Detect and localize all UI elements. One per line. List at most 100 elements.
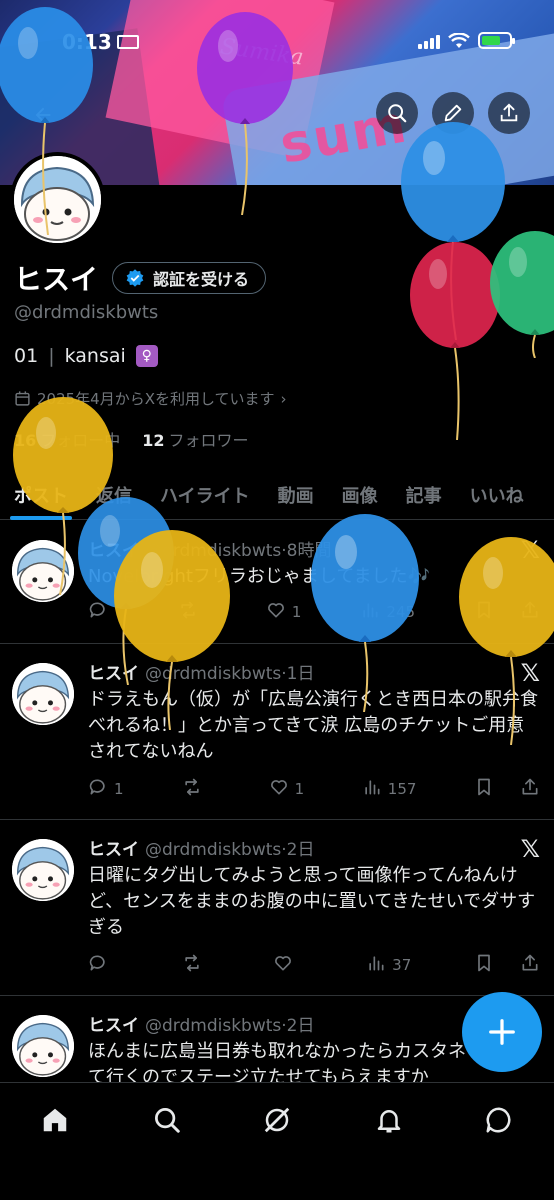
like-icon — [269, 777, 289, 801]
share-icon[interactable] — [520, 953, 540, 977]
back-arrow-icon — [35, 107, 51, 123]
reply-button[interactable]: 1 — [88, 777, 124, 801]
bookmark-icon[interactable] — [474, 777, 494, 801]
share-icon[interactable] — [520, 777, 540, 801]
post-item[interactable]: ヒスイ @drdmdiskbwts·2日 𝕏 日曜にタグ出してみようと思って画像作… — [0, 821, 554, 996]
messages-icon — [486, 1107, 511, 1133]
like-button[interactable]: 1 — [269, 777, 304, 801]
tab-images[interactable]: 画像 — [328, 470, 392, 520]
bottom-navigation — [0, 1082, 554, 1200]
reply-icon — [88, 953, 108, 977]
nav-messages[interactable] — [482, 1103, 516, 1137]
like-icon — [273, 953, 293, 977]
compose-post-button[interactable] — [462, 992, 542, 1072]
avatar-character-image — [12, 839, 74, 901]
like-button[interactable]: 1 — [266, 600, 301, 624]
balloon — [490, 231, 554, 358]
joined-date[interactable]: 2025年4月からXを利用しています › — [14, 388, 287, 409]
views-icon — [362, 777, 382, 801]
reply-button[interactable] — [88, 953, 118, 977]
post-item[interactable]: ヒスイ @drdmdiskbwts·8時間 𝕏 Novelbrightフリラおじゃ… — [0, 522, 554, 644]
post-actions: 1 245 — [88, 600, 540, 624]
x-logo-icon: 𝕏 — [520, 835, 540, 863]
pencil-icon — [444, 104, 462, 122]
repost-button[interactable] — [177, 600, 207, 624]
followers-count: 12 — [142, 431, 165, 450]
post-author-name: ヒスイ — [88, 664, 139, 684]
profile-name: ヒスイ — [14, 263, 99, 296]
followers-label: フォロワー — [168, 431, 249, 450]
post-author-name: ヒスイ — [88, 541, 139, 561]
tab-likes[interactable]: いいね — [456, 470, 538, 520]
tab-posts[interactable]: ポスト — [0, 470, 82, 520]
bell-icon — [377, 1110, 401, 1133]
share-profile-button[interactable] — [488, 92, 530, 134]
bookmark-icon[interactable] — [474, 600, 494, 624]
post-header: ヒスイ @drdmdiskbwts·8時間 — [88, 541, 332, 561]
bookmark-share-group — [474, 953, 540, 977]
post-avatar[interactable] — [12, 839, 74, 901]
reply-icon — [88, 777, 108, 801]
status-bar: 0:13 — [0, 0, 554, 60]
get-verified-label: 認証を受ける — [153, 270, 250, 289]
sleep-mode-icon — [117, 35, 139, 49]
profile-avatar[interactable] — [10, 152, 105, 247]
get-verified-button[interactable]: 認証を受ける — [112, 262, 267, 294]
nav-search[interactable] — [150, 1103, 184, 1137]
bookmark-icon[interactable] — [474, 953, 494, 977]
post-time: 2日 — [286, 1016, 315, 1036]
post-text: 日曜にタグ出してみようと思って画像作ってんねんけど、センスをままのお腹の中に置い… — [88, 865, 536, 938]
views-button[interactable]: 157 — [362, 777, 416, 801]
nav-grok[interactable] — [260, 1103, 294, 1137]
tab-articles[interactable]: 記事 — [392, 470, 456, 520]
like-button[interactable] — [273, 953, 303, 977]
post-avatar[interactable] — [12, 540, 74, 602]
bio-location: kansai — [64, 345, 126, 367]
post-author-handle: @drdmdiskbwts — [145, 1016, 282, 1036]
battery-icon — [478, 32, 515, 49]
calendar-icon — [15, 391, 30, 406]
nav-notifications[interactable] — [372, 1103, 406, 1137]
joined-text: 2025年4月からXを利用しています — [37, 390, 275, 408]
tab-replies[interactable]: 返信 — [82, 470, 146, 520]
share-icon[interactable] — [520, 600, 540, 624]
back-button[interactable] — [22, 94, 64, 136]
status-time: 0:13 — [62, 30, 112, 54]
following-count: 16 — [14, 431, 37, 450]
repost-icon — [181, 777, 203, 801]
edit-button[interactable] — [432, 92, 474, 134]
avatar-character-image — [14, 156, 101, 243]
post-author-handle: @drdmdiskbwts — [145, 541, 282, 561]
post-avatar[interactable] — [12, 663, 74, 725]
followers-link[interactable]: 12 フォロワー — [142, 427, 248, 451]
post-item[interactable]: ヒスイ @drdmdiskbwts·1日 𝕏 ドラえもん（仮）が「広島公演行くとき… — [0, 645, 554, 820]
avatar-character-image — [12, 540, 74, 602]
follow-stats: 16 フォロー中 12 フォロワー — [14, 427, 249, 451]
views-button[interactable]: 37 — [366, 953, 411, 977]
post-author-handle: @drdmdiskbwts — [145, 664, 282, 684]
profile-handle: @drdmdiskbwts — [14, 302, 159, 323]
search-icon — [388, 104, 407, 123]
nav-home[interactable] — [38, 1103, 72, 1137]
search-button[interactable] — [376, 92, 418, 134]
repost-button[interactable] — [181, 777, 211, 801]
tab-videos[interactable]: 動画 — [264, 470, 328, 520]
post-time: 2日 — [286, 840, 315, 860]
following-label: フォロー中 — [40, 431, 121, 450]
following-link[interactable]: 16 フォロー中 — [14, 427, 120, 451]
cellular-signal-icon — [418, 33, 440, 49]
post-author-handle: @drdmdiskbwts — [145, 840, 282, 860]
tab-highlights[interactable]: ハイライト — [146, 470, 264, 520]
profile-tabs: ポスト 返信 ハイライト 動画 画像 記事 いいね — [0, 470, 554, 520]
repost-icon — [177, 600, 199, 624]
views-button[interactable]: 245 — [360, 600, 415, 624]
repost-button[interactable] — [181, 953, 211, 977]
post-avatar[interactable] — [12, 1015, 74, 1077]
post-actions: 1 1 157 — [88, 777, 540, 801]
x-logo-icon: 𝕏 — [520, 536, 540, 564]
post-header: ヒスイ @drdmdiskbwts·1日 — [88, 664, 315, 684]
post-header: ヒスイ @drdmdiskbwts·2日 — [88, 1016, 315, 1036]
avatar-character-image — [12, 1015, 74, 1077]
home-icon — [43, 1108, 67, 1132]
reply-button[interactable] — [88, 600, 118, 624]
